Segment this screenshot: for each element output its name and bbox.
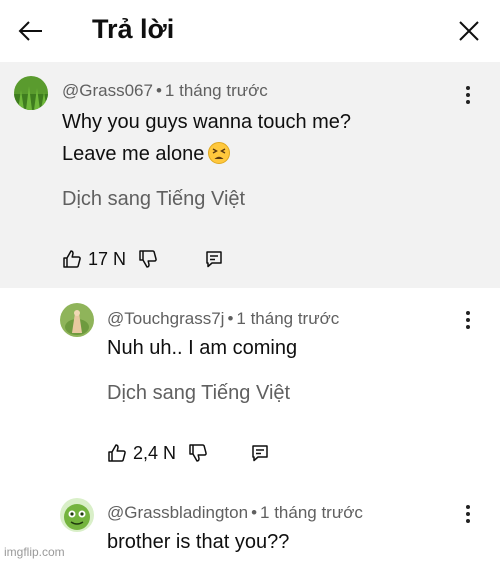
like-count: 17 N [88, 248, 127, 269]
more-options-button[interactable] [458, 81, 478, 109]
comment-text-line: Nuh uh.. I am coming [107, 337, 298, 359]
comment-meta: @Touchgrass7j • 1 tháng trước [107, 309, 339, 329]
dislike-button[interactable] [188, 443, 208, 463]
reply-comment: @Grassbladington • 1 tháng trước brother i… [0, 488, 500, 562]
arrow-left-icon [18, 21, 42, 41]
reply-button[interactable] [250, 443, 270, 463]
comment-text-line-with-emoji: Leave me alone [62, 138, 231, 170]
meta-separator: • [251, 503, 258, 522]
header: Trả lời [0, 0, 500, 62]
avatar[interactable] [60, 303, 94, 337]
comment-time: 1 tháng trước [164, 81, 268, 100]
comment-time: 1 tháng trước [260, 503, 363, 522]
highlighted-comment: @Grass067 • 1 tháng trước Why you guys wan… [0, 62, 500, 288]
reply-comment: @Touchgrass7j • 1 tháng trước Nuh uh.. I a… [0, 288, 500, 488]
thumb-up-icon [108, 444, 126, 462]
comment-text-line: brother is that you?? [107, 531, 290, 553]
comment-actions: 17 N [62, 244, 224, 274]
close-icon [459, 21, 479, 41]
avatar[interactable] [60, 498, 94, 532]
comment-author[interactable]: @Touchgrass7j [107, 309, 224, 328]
close-button[interactable] [452, 14, 486, 48]
comment-time: 1 tháng trước [236, 309, 340, 328]
comment-author[interactable]: @Grass067 [62, 81, 153, 100]
comment-actions: 2,4 N [107, 438, 270, 468]
comment-author[interactable]: @Grassbladington [107, 503, 248, 522]
comment-meta: @Grassbladington • 1 tháng trước [107, 503, 363, 523]
more-options-button[interactable] [458, 500, 478, 528]
meta-separator: • [227, 309, 234, 328]
more-vert-icon-dot [466, 505, 470, 509]
thumb-up-icon [63, 250, 81, 268]
reply-button[interactable] [204, 249, 224, 269]
comment-text-line: Leave me alone [62, 143, 205, 165]
tired-face-emoji-icon [208, 142, 231, 164]
reply-icon [206, 251, 222, 268]
like-button[interactable]: 2,4 N [107, 443, 176, 464]
reply-icon [252, 445, 268, 462]
comment-text-line: Why you guys wanna touch me? [62, 111, 352, 133]
translate-link[interactable]: Dịch sang Tiếng Việt [62, 188, 245, 211]
like-button[interactable]: 17 N [62, 249, 126, 270]
comment-meta: @Grass067 • 1 tháng trước [62, 81, 268, 101]
more-vert-icon-dot [466, 86, 470, 90]
back-button[interactable] [14, 14, 48, 48]
like-count: 2,4 N [133, 442, 177, 463]
more-vert-icon-dot [466, 311, 470, 315]
more-options-button[interactable] [458, 306, 478, 334]
dislike-button[interactable] [138, 249, 158, 269]
meta-separator: • [155, 81, 162, 100]
avatar[interactable] [14, 76, 48, 110]
watermark: imgflip.com [4, 545, 65, 559]
page-title: Trả lời [92, 14, 175, 44]
thumb-down-icon [139, 250, 157, 268]
thumb-down-icon [189, 444, 207, 462]
translate-link[interactable]: Dịch sang Tiếng Việt [107, 382, 290, 405]
